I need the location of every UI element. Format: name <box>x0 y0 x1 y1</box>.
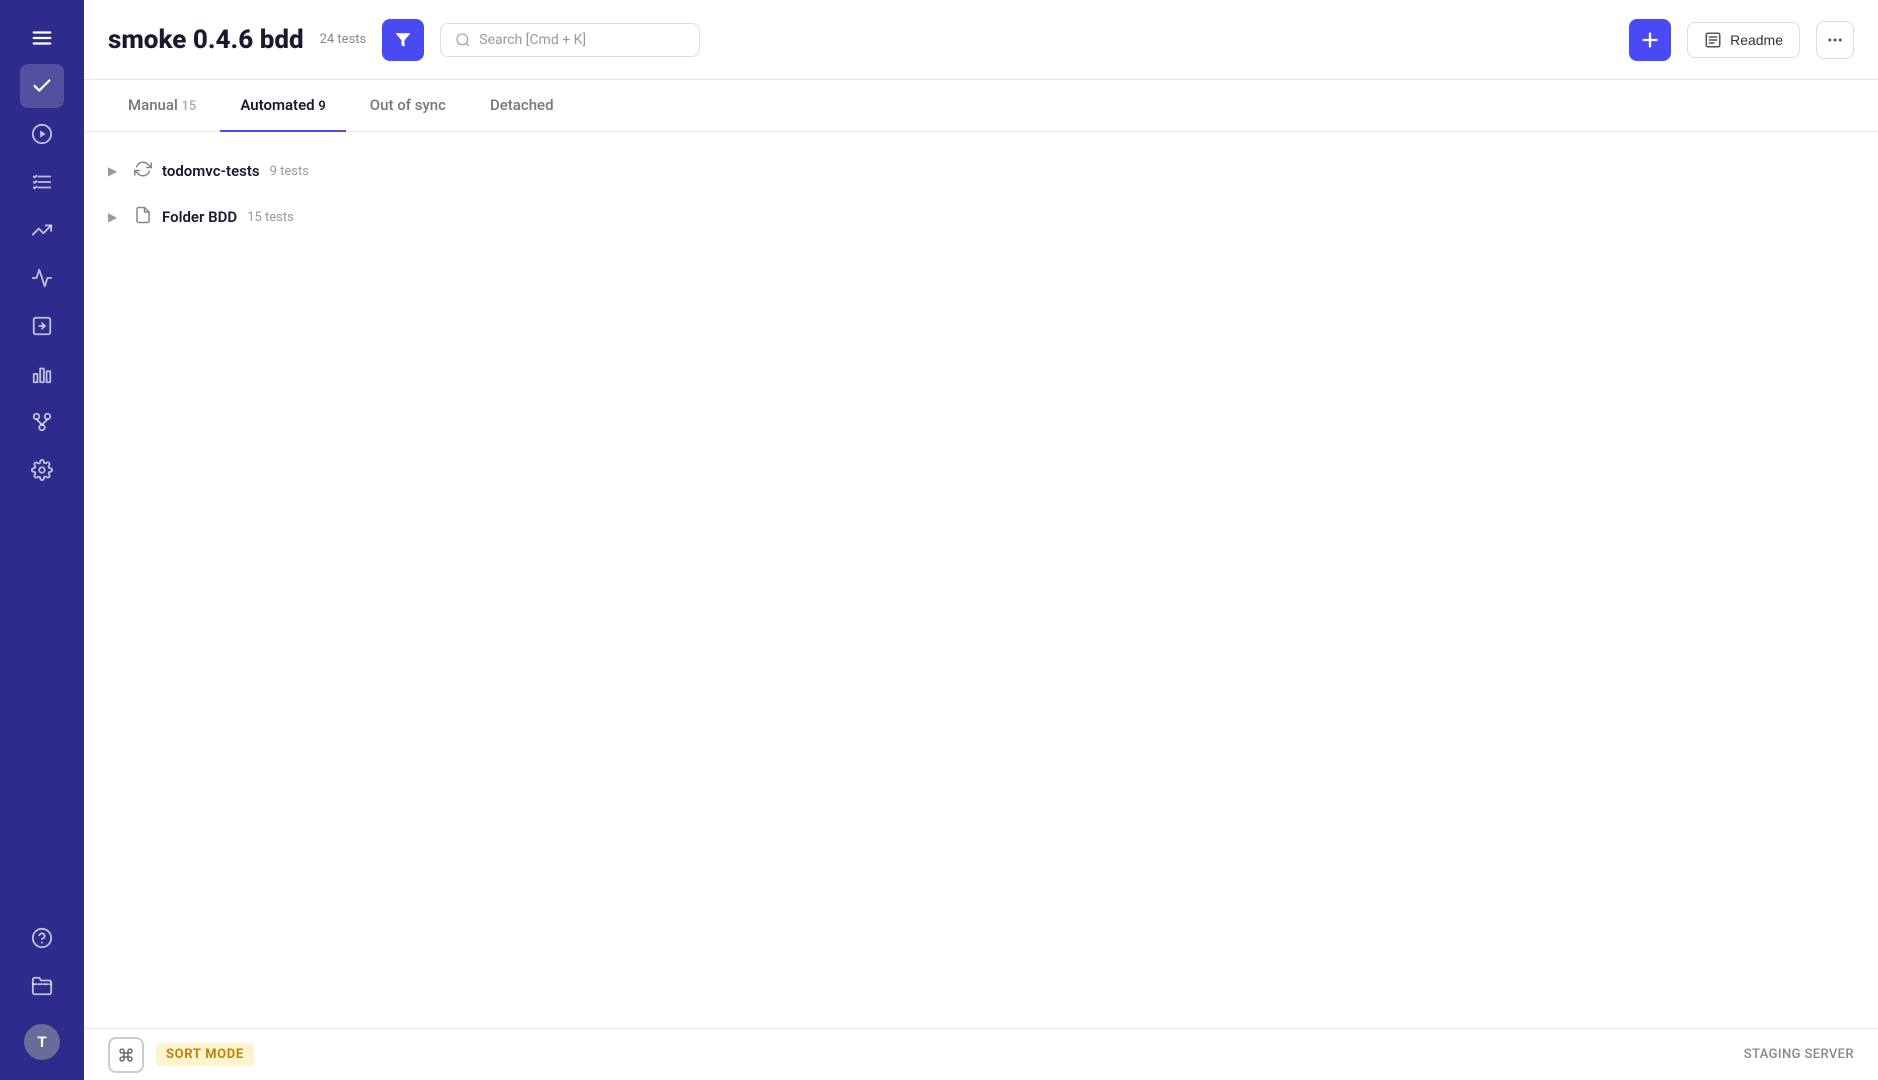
search-icon <box>455 32 471 48</box>
tab-automated[interactable]: Automated 9 <box>220 80 345 132</box>
folder-name: Folder BDD <box>162 208 237 226</box>
tab-manual[interactable]: Manual 15 <box>108 80 216 132</box>
sidebar-icon-play[interactable] <box>20 112 64 156</box>
readme-icon <box>1704 31 1722 49</box>
user-avatar[interactable]: T <box>24 1024 60 1060</box>
list-item[interactable]: ▶ Folder BDD 15 tests <box>108 194 1854 240</box>
sort-shortcut-button[interactable] <box>108 1037 144 1073</box>
footer: SORT MODE STAGING SERVER <box>84 1028 1878 1080</box>
sidebar-icon-trend[interactable] <box>20 208 64 252</box>
list-item[interactable]: ▶ todomvc-tests 9 tests <box>108 148 1854 194</box>
sidebar-icon-activity[interactable] <box>20 256 64 300</box>
tests-count-badge: 24 tests <box>320 32 367 47</box>
folder-doc-icon <box>134 206 152 228</box>
sidebar-icon-fork[interactable] <box>20 400 64 444</box>
tab-detached[interactable]: Detached <box>470 80 574 132</box>
tab-out-of-sync[interactable]: Out of sync <box>350 80 466 132</box>
folder-sync-icon <box>134 160 152 182</box>
readme-label: Readme <box>1730 32 1783 48</box>
sidebar-icon-menu[interactable] <box>20 16 64 60</box>
staging-server-label: STAGING SERVER <box>1744 1047 1854 1062</box>
sidebar: T <box>0 0 84 1080</box>
folder-count: 15 tests <box>247 210 294 225</box>
tabs-bar: Manual 15 Automated 9 Out of sync Detach… <box>84 80 1878 132</box>
search-box[interactable]: Search [Cmd + K] <box>440 23 700 57</box>
search-placeholder: Search [Cmd + K] <box>479 32 586 48</box>
sidebar-icon-bar-chart[interactable] <box>20 352 64 396</box>
chevron-right-icon: ▶ <box>108 164 124 178</box>
folder-count: 9 tests <box>270 164 309 179</box>
chevron-right-icon: ▶ <box>108 210 124 224</box>
filter-button[interactable] <box>382 19 424 61</box>
more-icon <box>1826 31 1844 49</box>
sidebar-icon-check[interactable] <box>20 64 64 108</box>
sidebar-icon-help[interactable] <box>20 916 64 960</box>
more-button[interactable] <box>1816 21 1854 59</box>
sort-mode-area: SORT MODE <box>108 1037 254 1073</box>
readme-button[interactable]: Readme <box>1687 22 1800 58</box>
page-title: smoke 0.4.6 bdd <box>108 25 304 55</box>
main-content: smoke 0.4.6 bdd 24 tests Search [Cmd + K… <box>84 0 1878 1080</box>
content-area: ▶ todomvc-tests 9 tests ▶ Folder BDD <box>84 132 1878 1028</box>
add-button[interactable] <box>1629 19 1671 61</box>
command-icon <box>118 1047 134 1063</box>
sidebar-icon-folders[interactable] <box>20 964 64 1008</box>
folder-name: todomvc-tests <box>162 162 260 180</box>
sort-mode-label: SORT MODE <box>156 1043 254 1066</box>
sidebar-icon-list-check[interactable] <box>20 160 64 204</box>
sidebar-icon-import[interactable] <box>20 304 64 348</box>
sidebar-icon-settings[interactable] <box>20 448 64 492</box>
page-header: smoke 0.4.6 bdd 24 tests Search [Cmd + K… <box>84 0 1878 80</box>
